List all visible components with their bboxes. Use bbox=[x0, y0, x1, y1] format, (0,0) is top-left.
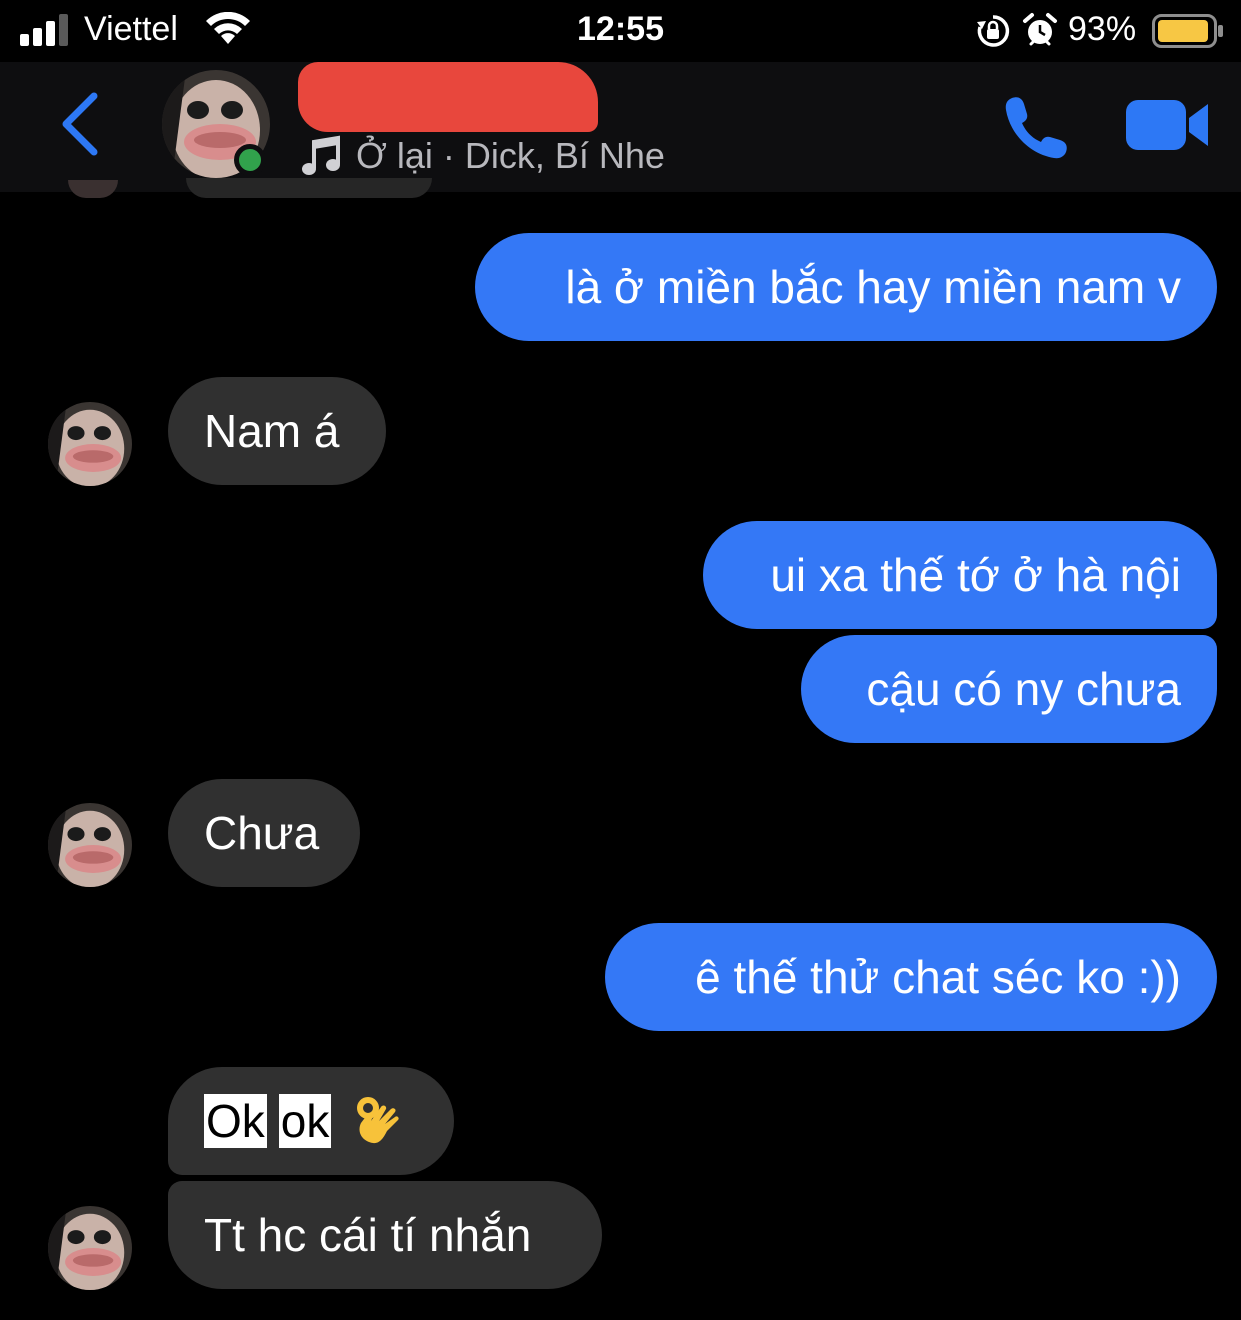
message-bubble-outgoing[interactable]: cậu có ny chưa bbox=[801, 635, 1217, 743]
online-status-dot bbox=[234, 144, 266, 176]
contact-name-redacted[interactable] bbox=[298, 62, 598, 132]
sender-avatar[interactable] bbox=[48, 803, 132, 887]
music-note-icon bbox=[302, 135, 340, 175]
video-camera-icon[interactable] bbox=[1126, 96, 1210, 154]
rotation-lock-icon bbox=[977, 15, 1010, 47]
subtitle-text: Ở lại · Dick, Bí Nhe bbox=[356, 135, 665, 176]
message-bubble-incoming[interactable]: Nam á bbox=[168, 377, 386, 485]
alarm-icon bbox=[1023, 13, 1057, 46]
message-text: Tt hc cái tí nhắn bbox=[204, 1209, 532, 1261]
message-text: ê thế thử chat séc ko :)) bbox=[695, 951, 1181, 1003]
message-bubble-incoming[interactable]: Tt hc cái tí nhắn bbox=[168, 1181, 602, 1289]
header-subtitle: Ở lại · Dick, Bí Nhe bbox=[300, 134, 665, 178]
back-chevron-icon[interactable] bbox=[58, 92, 104, 156]
previous-message-edge bbox=[186, 178, 432, 198]
chat-header: Ở lại · Dick, Bí Nhe bbox=[0, 62, 1241, 192]
avatar-photo bbox=[48, 402, 132, 486]
sender-avatar[interactable] bbox=[48, 1206, 132, 1290]
battery-percent: 93% bbox=[1068, 10, 1137, 48]
message-bubble-incoming[interactable]: Ok ok bbox=[168, 1067, 454, 1175]
message-text: là ở miền bắc hay miền nam v bbox=[565, 261, 1181, 313]
battery-icon bbox=[1152, 14, 1223, 48]
phone-icon[interactable] bbox=[998, 92, 1070, 160]
message-bubble-outgoing[interactable]: ê thế thử chat séc ko :)) bbox=[605, 923, 1217, 1031]
avatar-photo bbox=[48, 1206, 132, 1290]
message-text-highlight: ok bbox=[278, 1094, 332, 1148]
message-text-highlight: Ok bbox=[204, 1094, 267, 1148]
message-text: ui xa thế tớ ở hà nội bbox=[770, 549, 1181, 601]
previous-avatar-edge bbox=[68, 180, 118, 198]
ok-hand-icon bbox=[357, 1097, 400, 1144]
message-text: Chưa bbox=[204, 807, 320, 859]
message-bubble-outgoing[interactable]: ui xa thế tớ ở hà nội bbox=[703, 521, 1217, 629]
message-text: Nam á bbox=[204, 405, 340, 457]
message-text: cậu có ny chưa bbox=[866, 663, 1181, 715]
messenger-chat-screen: Viettel 12:55 93% Ở lại · Dick, Bí Nhe l… bbox=[0, 0, 1241, 1320]
sender-avatar[interactable] bbox=[48, 402, 132, 486]
message-bubble-incoming[interactable]: Chưa bbox=[168, 779, 360, 887]
avatar-photo bbox=[48, 803, 132, 887]
status-bar: Viettel 12:55 93% bbox=[0, 0, 1241, 62]
message-bubble-outgoing[interactable]: là ở miền bắc hay miền nam v bbox=[475, 233, 1217, 341]
